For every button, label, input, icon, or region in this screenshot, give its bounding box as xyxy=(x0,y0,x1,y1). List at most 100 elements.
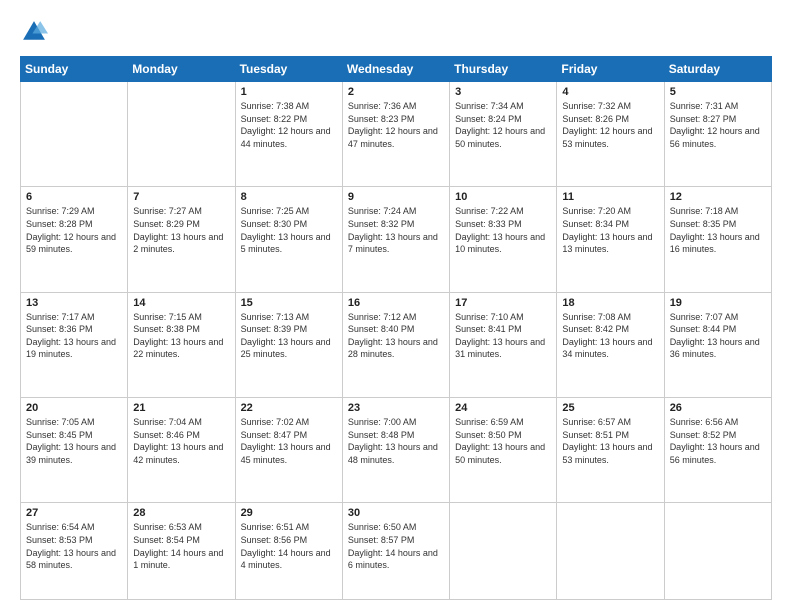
day-number: 13 xyxy=(26,297,122,309)
calendar-day-9: 9Sunrise: 7:24 AMSunset: 8:32 PMDaylight… xyxy=(342,187,449,292)
weekday-header-tuesday: Tuesday xyxy=(235,57,342,82)
day-number: 30 xyxy=(348,507,444,519)
calendar-day-30: 30 Sunrise: 6:50 AMSunset: 8:57 PMDayligh… xyxy=(342,503,449,600)
calendar-day-29: 29 Sunrise: 6:51 AMSunset: 8:56 PMDayligh… xyxy=(235,503,342,600)
day-number: 20 xyxy=(26,402,122,414)
day-info: Sunrise: 7:05 AMSunset: 8:45 PMDaylight:… xyxy=(26,416,122,466)
weekday-header-sunday: Sunday xyxy=(21,57,128,82)
calendar-day-18: 18 Sunrise: 7:08 AMSunset: 8:42 PMDayligh… xyxy=(557,292,664,397)
day-number: 22 xyxy=(241,402,337,414)
day-number: 12 xyxy=(670,191,766,203)
calendar-day-1: 1Sunrise: 7:38 AMSunset: 8:22 PMDaylight… xyxy=(235,82,342,187)
weekday-header-wednesday: Wednesday xyxy=(342,57,449,82)
day-info: Sunrise: 6:50 AMSunset: 8:57 PMDaylight:… xyxy=(348,521,444,571)
calendar-day-28: 28 Sunrise: 6:53 AMSunset: 8:54 PMDayligh… xyxy=(128,503,235,600)
day-info: Sunrise: 7:38 AMSunset: 8:22 PMDaylight:… xyxy=(241,100,337,150)
weekday-header-saturday: Saturday xyxy=(664,57,771,82)
day-info: Sunrise: 6:57 AMSunset: 8:51 PMDaylight:… xyxy=(562,416,658,466)
day-info: Sunrise: 7:10 AMSunset: 8:41 PMDaylight:… xyxy=(455,311,551,361)
weekday-header-thursday: Thursday xyxy=(450,57,557,82)
day-info: Sunrise: 7:27 AMSunset: 8:29 PMDaylight:… xyxy=(133,205,229,255)
day-number: 2 xyxy=(348,86,444,98)
calendar-day-10: 10 Sunrise: 7:22 AMSunset: 8:33 PMDayligh… xyxy=(450,187,557,292)
calendar-day-5: 5 Sunrise: 7:31 AMSunset: 8:27 PMDaylight… xyxy=(664,82,771,187)
day-info: Sunrise: 7:32 AMSunset: 8:26 PMDaylight:… xyxy=(562,100,658,150)
day-info: Sunrise: 7:07 AMSunset: 8:44 PMDaylight:… xyxy=(670,311,766,361)
calendar-day-14: 14 Sunrise: 7:15 AMSunset: 8:38 PMDayligh… xyxy=(128,292,235,397)
day-number: 19 xyxy=(670,297,766,309)
day-info: Sunrise: 7:08 AMSunset: 8:42 PMDaylight:… xyxy=(562,311,658,361)
calendar-day-22: 22 Sunrise: 7:02 AMSunset: 8:47 PMDayligh… xyxy=(235,398,342,503)
calendar-empty xyxy=(21,82,128,187)
day-number: 4 xyxy=(562,86,658,98)
calendar-day-11: 11 Sunrise: 7:20 AMSunset: 8:34 PMDayligh… xyxy=(557,187,664,292)
calendar-day-3: 3Sunrise: 7:34 AMSunset: 8:24 PMDaylight… xyxy=(450,82,557,187)
day-info: Sunrise: 7:25 AMSunset: 8:30 PMDaylight:… xyxy=(241,205,337,255)
day-number: 5 xyxy=(670,86,766,98)
day-number: 14 xyxy=(133,297,229,309)
day-info: Sunrise: 6:51 AMSunset: 8:56 PMDaylight:… xyxy=(241,521,337,571)
logo xyxy=(20,18,52,46)
calendar-day-12: 12 Sunrise: 7:18 AMSunset: 8:35 PMDayligh… xyxy=(664,187,771,292)
calendar-week-4: 20 Sunrise: 7:05 AMSunset: 8:45 PMDayligh… xyxy=(21,398,772,503)
day-info: Sunrise: 7:36 AMSunset: 8:23 PMDaylight:… xyxy=(348,100,444,150)
day-info: Sunrise: 7:34 AMSunset: 8:24 PMDaylight:… xyxy=(455,100,551,150)
calendar-day-23: 23Sunrise: 7:00 AMSunset: 8:48 PMDayligh… xyxy=(342,398,449,503)
weekday-header-monday: Monday xyxy=(128,57,235,82)
day-info: Sunrise: 7:18 AMSunset: 8:35 PMDaylight:… xyxy=(670,205,766,255)
page: SundayMondayTuesdayWednesdayThursdayFrid… xyxy=(0,0,792,612)
calendar-week-5: 27 Sunrise: 6:54 AMSunset: 8:53 PMDayligh… xyxy=(21,503,772,600)
calendar-day-4: 4 Sunrise: 7:32 AMSunset: 8:26 PMDaylight… xyxy=(557,82,664,187)
day-number: 25 xyxy=(562,402,658,414)
day-info: Sunrise: 7:31 AMSunset: 8:27 PMDaylight:… xyxy=(670,100,766,150)
day-number: 21 xyxy=(133,402,229,414)
calendar-day-21: 21 Sunrise: 7:04 AMSunset: 8:46 PMDayligh… xyxy=(128,398,235,503)
day-number: 11 xyxy=(562,191,658,203)
day-info: Sunrise: 7:20 AMSunset: 8:34 PMDaylight:… xyxy=(562,205,658,255)
calendar-empty xyxy=(557,503,664,600)
calendar-day-8: 8 Sunrise: 7:25 AMSunset: 8:30 PMDaylight… xyxy=(235,187,342,292)
day-number: 27 xyxy=(26,507,122,519)
weekday-header-friday: Friday xyxy=(557,57,664,82)
day-number: 16 xyxy=(348,297,444,309)
calendar-empty xyxy=(664,503,771,600)
calendar-day-2: 2 Sunrise: 7:36 AMSunset: 8:23 PMDaylight… xyxy=(342,82,449,187)
calendar-day-17: 17 Sunrise: 7:10 AMSunset: 8:41 PMDayligh… xyxy=(450,292,557,397)
day-info: Sunrise: 6:56 AMSunset: 8:52 PMDaylight:… xyxy=(670,416,766,466)
day-number: 18 xyxy=(562,297,658,309)
header xyxy=(20,18,772,46)
day-info: Sunrise: 7:00 AMSunset: 8:48 PMDaylight:… xyxy=(348,416,444,466)
calendar-day-13: 13 Sunrise: 7:17 AMSunset: 8:36 PMDayligh… xyxy=(21,292,128,397)
calendar-day-27: 27 Sunrise: 6:54 AMSunset: 8:53 PMDayligh… xyxy=(21,503,128,600)
calendar-week-3: 13 Sunrise: 7:17 AMSunset: 8:36 PMDayligh… xyxy=(21,292,772,397)
calendar-week-1: 1Sunrise: 7:38 AMSunset: 8:22 PMDaylight… xyxy=(21,82,772,187)
weekday-header-row: SundayMondayTuesdayWednesdayThursdayFrid… xyxy=(21,57,772,82)
logo-icon xyxy=(20,18,48,46)
calendar-day-19: 19 Sunrise: 7:07 AMSunset: 8:44 PMDayligh… xyxy=(664,292,771,397)
day-number: 7 xyxy=(133,191,229,203)
calendar-table: SundayMondayTuesdayWednesdayThursdayFrid… xyxy=(20,56,772,600)
day-info: Sunrise: 6:54 AMSunset: 8:53 PMDaylight:… xyxy=(26,521,122,571)
calendar-day-15: 15Sunrise: 7:13 AMSunset: 8:39 PMDayligh… xyxy=(235,292,342,397)
day-info: Sunrise: 6:53 AMSunset: 8:54 PMDaylight:… xyxy=(133,521,229,571)
day-info: Sunrise: 7:04 AMSunset: 8:46 PMDaylight:… xyxy=(133,416,229,466)
day-info: Sunrise: 7:15 AMSunset: 8:38 PMDaylight:… xyxy=(133,311,229,361)
calendar-day-16: 16 Sunrise: 7:12 AMSunset: 8:40 PMDayligh… xyxy=(342,292,449,397)
day-number: 17 xyxy=(455,297,551,309)
calendar-day-26: 26 Sunrise: 6:56 AMSunset: 8:52 PMDayligh… xyxy=(664,398,771,503)
day-info: Sunrise: 6:59 AMSunset: 8:50 PMDaylight:… xyxy=(455,416,551,466)
day-info: Sunrise: 7:17 AMSunset: 8:36 PMDaylight:… xyxy=(26,311,122,361)
day-number: 8 xyxy=(241,191,337,203)
day-info: Sunrise: 7:02 AMSunset: 8:47 PMDaylight:… xyxy=(241,416,337,466)
calendar-day-25: 25 Sunrise: 6:57 AMSunset: 8:51 PMDayligh… xyxy=(557,398,664,503)
day-number: 29 xyxy=(241,507,337,519)
day-info: Sunrise: 7:22 AMSunset: 8:33 PMDaylight:… xyxy=(455,205,551,255)
day-number: 28 xyxy=(133,507,229,519)
day-number: 10 xyxy=(455,191,551,203)
day-info: Sunrise: 7:12 AMSunset: 8:40 PMDaylight:… xyxy=(348,311,444,361)
day-info: Sunrise: 7:24 AMSunset: 8:32 PMDaylight:… xyxy=(348,205,444,255)
calendar-day-7: 7 Sunrise: 7:27 AMSunset: 8:29 PMDaylight… xyxy=(128,187,235,292)
day-number: 6 xyxy=(26,191,122,203)
calendar-day-6: 6Sunrise: 7:29 AMSunset: 8:28 PMDaylight… xyxy=(21,187,128,292)
day-number: 26 xyxy=(670,402,766,414)
